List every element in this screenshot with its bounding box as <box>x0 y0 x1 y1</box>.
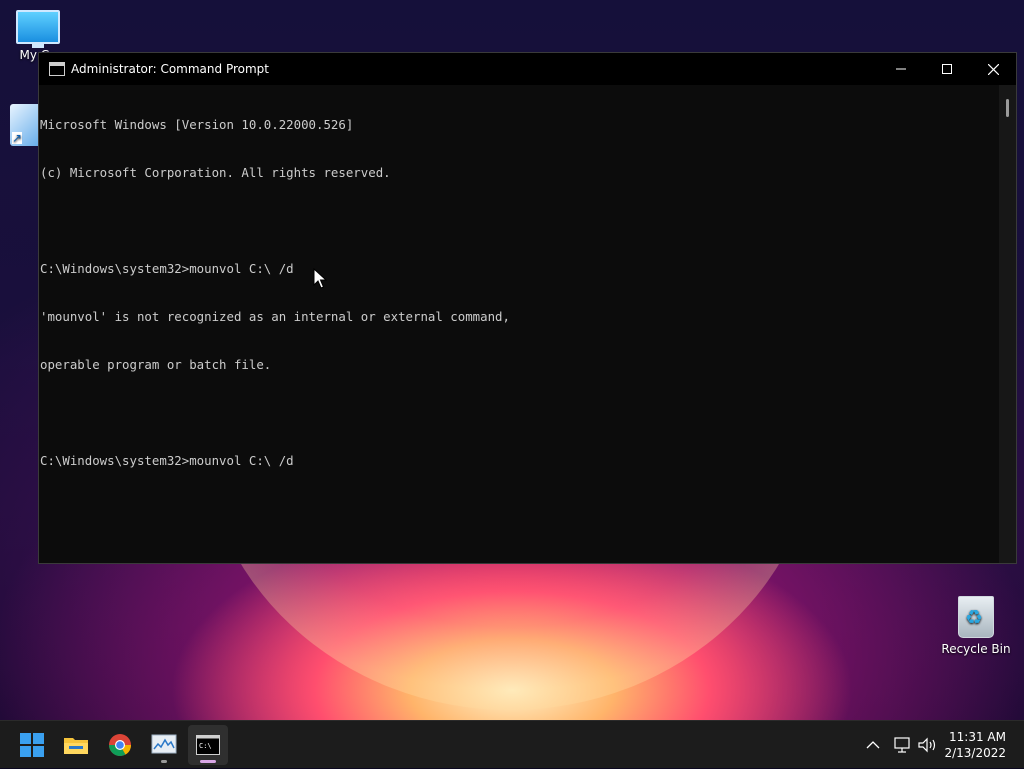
close-button[interactable] <box>970 53 1016 85</box>
window-titlebar[interactable]: Administrator: Command Prompt <box>39 53 1016 85</box>
clock-time: 11:31 AM <box>949 730 1006 744</box>
desktop-icon-label: Recycle Bin <box>941 642 1011 656</box>
taskbar-performance-monitor[interactable] <box>144 725 184 765</box>
minimize-icon <box>896 68 906 70</box>
desktop-icon-recycle-bin[interactable]: ♻ Recycle Bin <box>936 596 1016 656</box>
recycle-bin-icon: ♻ <box>958 596 994 638</box>
computer-icon <box>16 10 60 48</box>
system-clock[interactable]: 11:31 AM 2/13/2022 <box>944 729 1006 761</box>
folder-icon <box>64 738 88 754</box>
taskbar-file-explorer[interactable] <box>56 725 96 765</box>
speaker-icon <box>918 737 936 753</box>
taskbar-chrome[interactable] <box>100 725 140 765</box>
chrome-icon <box>109 734 131 756</box>
clock-date: 2/13/2022 <box>944 746 1006 760</box>
mouse-pointer-icon <box>313 268 327 289</box>
console-line: (c) Microsoft Corporation. All rights re… <box>40 165 391 180</box>
console-output[interactable]: Microsoft Windows [Version 10.0.22000.52… <box>39 85 999 563</box>
network-icon <box>894 737 910 753</box>
taskbar: C:\ 11:31 AM 2/13/2022 <box>0 720 1024 768</box>
windows-logo-icon <box>20 733 44 757</box>
start-button[interactable] <box>12 725 52 765</box>
taskbar-command-prompt[interactable]: C:\ <box>188 725 228 765</box>
console-line: Microsoft Windows [Version 10.0.22000.52… <box>40 117 354 132</box>
cmd-icon: C:\ <box>196 735 220 755</box>
maximize-button[interactable] <box>924 53 970 85</box>
chevron-up-icon <box>866 741 880 749</box>
show-hidden-icons-button[interactable] <box>866 721 880 769</box>
performance-monitor-icon <box>151 734 177 754</box>
vertical-scrollbar[interactable] <box>999 85 1016 563</box>
window-title: Administrator: Command Prompt <box>71 62 269 76</box>
volume-control[interactable] <box>918 721 938 769</box>
console-line: operable program or batch file. <box>40 357 272 372</box>
network-status[interactable] <box>894 721 912 769</box>
console-line: 'mounvol' is not recognized as an intern… <box>40 309 510 324</box>
minimize-button[interactable] <box>878 53 924 85</box>
svg-text:C:\: C:\ <box>199 742 212 750</box>
command-prompt-window[interactable]: Administrator: Command Prompt Microsoft … <box>38 52 1017 564</box>
console-input-line[interactable]: C:\Windows\system32>mounvol C:\ /d <box>40 453 999 469</box>
active-indicator <box>200 760 216 763</box>
running-indicator <box>161 760 167 763</box>
close-icon <box>987 63 999 75</box>
cmd-icon <box>49 62 65 76</box>
scrollbar-thumb[interactable] <box>1006 99 1009 117</box>
console-line: C:\Windows\system32>mounvol C:\ /d <box>40 261 294 276</box>
maximize-icon <box>942 64 952 74</box>
